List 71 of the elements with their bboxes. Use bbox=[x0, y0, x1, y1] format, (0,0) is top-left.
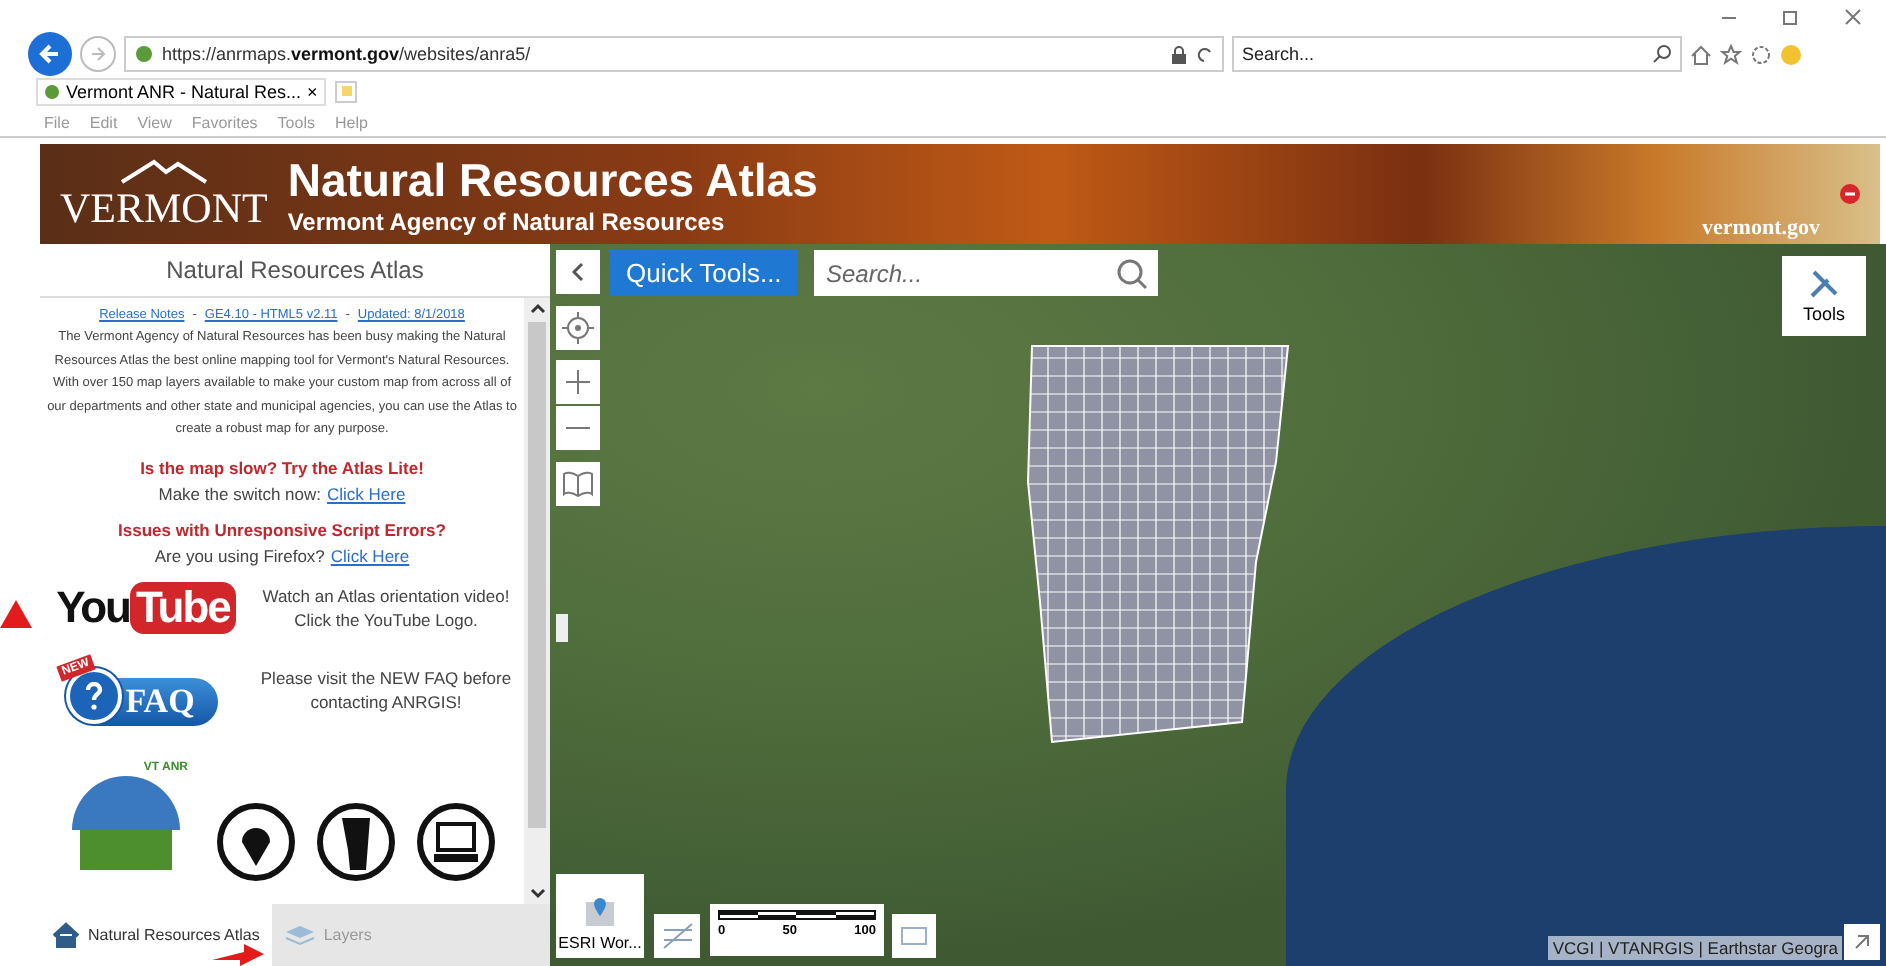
notice-heading: Is the map slow? Try the Atlas Lite! bbox=[140, 457, 424, 477]
notice-text: Make the switch now: bbox=[158, 483, 322, 503]
scrollbar[interactable] bbox=[524, 298, 550, 904]
menu-item[interactable]: Tools bbox=[277, 113, 315, 131]
menu-item[interactable]: View bbox=[137, 113, 172, 131]
tools-icon bbox=[1808, 268, 1840, 300]
panel-tab[interactable]: Natural Resources Atlas bbox=[40, 904, 272, 966]
zoom-in-button[interactable] bbox=[556, 360, 600, 404]
locate-button[interactable] bbox=[556, 306, 600, 350]
menu-item[interactable]: File bbox=[44, 113, 70, 131]
quick-tools-button[interactable]: Quick Tools... bbox=[610, 250, 798, 296]
browser-tab[interactable]: Vermont ANR - Natural Res... × bbox=[36, 78, 326, 106]
map-search-field[interactable]: Search... bbox=[814, 250, 1158, 296]
chevron-up-icon[interactable] bbox=[529, 302, 545, 314]
site-subtitle: Vermont Agency of Natural Resources bbox=[287, 207, 727, 235]
layers-icon bbox=[283, 923, 316, 947]
notice-heading: Issues with Unresponsive Script Errors? bbox=[118, 519, 446, 539]
collapse-icon[interactable] bbox=[1840, 184, 1860, 204]
map-attribution: VCGI | VTANRGIS | Earthstar Geogra bbox=[1548, 936, 1842, 960]
notice-text: Are you using Firefox? bbox=[154, 545, 325, 565]
crosshair-icon bbox=[562, 312, 594, 344]
promo-text: Please visit the NEW FAQ before contacting ANRGIS! bbox=[258, 665, 514, 713]
back-arrow-icon bbox=[38, 42, 62, 66]
plus-icon bbox=[566, 370, 590, 394]
tools-button[interactable]: Tools bbox=[1782, 256, 1866, 336]
tab-title: Vermont ANR - Natural Res... bbox=[66, 82, 302, 102]
chevron-left-icon bbox=[570, 262, 586, 282]
state-name: VERMONT bbox=[60, 183, 268, 233]
map-pin-icon bbox=[584, 896, 616, 928]
mountain-logo-icon bbox=[117, 155, 210, 183]
menu-item[interactable]: Edit bbox=[89, 113, 118, 131]
search-icon[interactable] bbox=[1116, 257, 1148, 289]
search-icon[interactable] bbox=[1652, 44, 1672, 64]
computer-icon[interactable] bbox=[416, 801, 496, 881]
book-icon bbox=[562, 470, 594, 498]
expand-icon bbox=[1854, 934, 1870, 950]
restore-icon[interactable] bbox=[1782, 7, 1800, 25]
bookmarks-button[interactable] bbox=[556, 462, 600, 506]
coordinates-button[interactable] bbox=[654, 914, 700, 958]
menu-item[interactable]: Help bbox=[334, 113, 368, 131]
menu-item[interactable]: Favorites bbox=[191, 113, 258, 131]
chevron-down-icon[interactable] bbox=[529, 888, 545, 900]
arrow-icon bbox=[212, 942, 264, 966]
basemap-button[interactable]: ESRI Wor... bbox=[556, 874, 644, 958]
settings-icon[interactable] bbox=[1750, 43, 1772, 65]
address-bar[interactable]: https://anrmaps.vermont.gov/websites/anra5/ bbox=[124, 36, 1224, 72]
home-icon bbox=[52, 922, 80, 948]
arrow-icon bbox=[0, 600, 32, 628]
back-button[interactable] bbox=[28, 32, 72, 76]
site-title: Natural Resources Atlas bbox=[287, 153, 820, 207]
collapse-panel-button[interactable] bbox=[556, 250, 600, 294]
close-icon[interactable] bbox=[1844, 7, 1862, 25]
zoom-out-button[interactable] bbox=[556, 406, 600, 450]
forward-arrow-icon bbox=[90, 46, 106, 62]
tab-close[interactable]: × bbox=[307, 82, 318, 102]
click-here-link[interactable]: Click Here bbox=[327, 483, 406, 503]
expand-button[interactable] bbox=[1844, 924, 1880, 960]
state-shape-icon[interactable] bbox=[316, 801, 396, 881]
map-pin-icon[interactable] bbox=[216, 801, 296, 881]
panel-resize-handle[interactable] bbox=[556, 614, 568, 642]
refresh-icon[interactable] bbox=[1196, 45, 1214, 63]
home-icon[interactable] bbox=[1690, 43, 1712, 65]
browser-search-field[interactable]: Search... bbox=[1232, 36, 1682, 72]
scale-ruler-icon bbox=[718, 910, 876, 920]
star-icon[interactable] bbox=[1720, 43, 1742, 65]
click-here-link[interactable]: Click Here bbox=[330, 545, 410, 565]
globe-icon bbox=[134, 44, 154, 64]
promo-text: Watch an Atlas orientation video! Click the YouTube Logo. bbox=[260, 583, 512, 631]
minus-icon bbox=[566, 426, 590, 430]
lock-icon bbox=[1170, 45, 1188, 63]
globe-icon bbox=[44, 84, 60, 100]
